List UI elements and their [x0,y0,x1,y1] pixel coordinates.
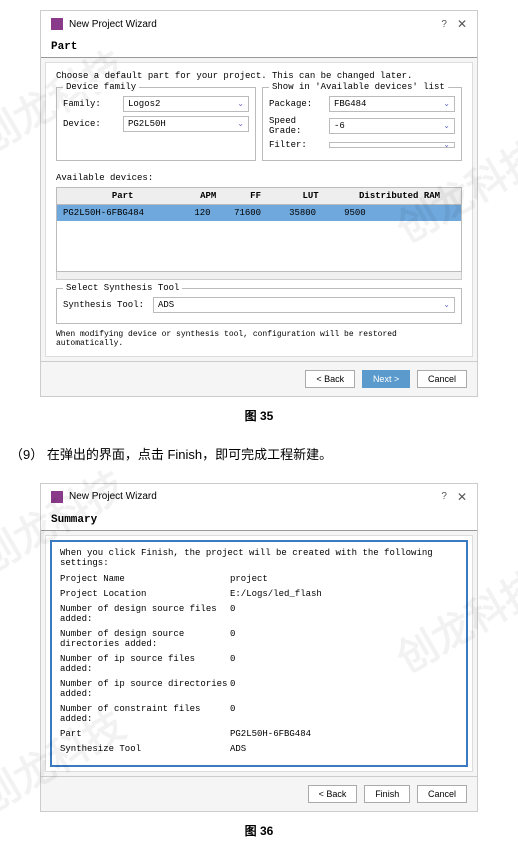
package-select[interactable]: FBG484⌄ [329,96,455,112]
synthesis-select[interactable]: ADS⌄ [153,297,455,313]
device-family-fieldset: Device family Family: Logos2⌄ Device: PG… [56,87,256,161]
horizontal-scrollbar[interactable] [56,272,462,280]
wizard-dialog-part: New Project Wizard ? ✕ Part Choose a def… [40,10,478,397]
dialog-header: New Project Wizard ? ✕ [41,484,477,510]
speed-label: Speed Grade: [269,116,329,136]
col-apm[interactable]: APM [188,188,228,205]
filter-label: Filter: [269,140,329,150]
finish-button[interactable]: Finish [364,785,410,803]
back-button[interactable]: < Back [308,785,358,803]
col-ff[interactable]: FF [228,188,283,205]
summary-row: Number of design source directories adde… [60,629,458,649]
button-bar: < Back Finish Cancel [41,776,477,811]
dialog-header: New Project Wizard ? ✕ [41,11,477,37]
section-title: Summary [41,510,477,531]
dialog-title: New Project Wizard [69,491,441,502]
summary-row: PartPG2L50H-6FBG484 [60,729,458,739]
button-bar: < Back Next > Cancel [41,361,477,396]
chevron-down-icon: ⌄ [443,300,450,310]
col-lut[interactable]: LUT [283,188,338,205]
synthesis-fieldset: Select Synthesis Tool Synthesis Tool: AD… [56,288,462,324]
available-devices-label: Available devices: [56,173,462,183]
col-dram[interactable]: Distributed RAM [338,188,461,205]
summary-row: Number of ip source directories added:0 [60,679,458,699]
synthesis-label: Synthesis Tool: [63,300,153,310]
app-icon [51,491,63,503]
summary-row: Project Nameproject [60,574,458,584]
device-select[interactable]: PG2L50H⌄ [123,116,249,132]
cancel-button[interactable]: Cancel [417,370,467,388]
family-label: Family: [63,99,123,109]
summary-row: Synthesize ToolADS [60,744,458,754]
family-select[interactable]: Logos2⌄ [123,96,249,112]
close-icon[interactable]: ✕ [457,490,467,504]
chevron-down-icon: ⌄ [237,99,244,109]
chevron-down-icon: ⌄ [443,121,450,131]
back-button[interactable]: < Back [305,370,355,388]
fieldset-legend: Select Synthesis Tool [63,283,182,293]
help-icon[interactable]: ? [441,19,447,30]
speed-select[interactable]: -6⌄ [329,118,455,134]
help-icon[interactable]: ? [441,491,447,502]
summary-row: Project LocationE:/Logs/led_flash [60,589,458,599]
device-label: Device: [63,119,123,129]
instruction-text: Choose a default part for your project. … [56,71,462,81]
dialog-body: When you click Finish, the project will … [45,535,473,772]
figure-caption-35: 图 35 [0,407,518,424]
instruction-paragraph: （9） 在弹出的界面，点击 Finish，即可完成工程新建。 [10,444,508,463]
chevron-down-icon: ⌄ [237,119,244,129]
dialog-body: Choose a default part for your project. … [45,62,473,357]
chevron-down-icon: ⌄ [443,140,450,150]
section-title: Part [41,37,477,58]
summary-row: Number of ip source files added:0 [60,654,458,674]
chevron-down-icon: ⌄ [443,99,450,109]
next-button[interactable]: Next > [362,370,410,388]
device-row-selected[interactable]: PG2L50H-6FBG484 120 71600 35800 9500 [57,205,462,222]
wizard-dialog-summary: New Project Wizard ? ✕ Summary When you … [40,483,478,812]
summary-intro: When you click Finish, the project will … [60,548,458,568]
footnote-text: When modifying device or synthesis tool,… [56,330,462,348]
device-table: Part APM FF LUT Distributed RAM PG2L50H-… [56,187,462,272]
table-empty-area [57,221,462,271]
summary-row: Number of design source files added:0 [60,604,458,624]
filter-select[interactable]: ⌄ [329,142,455,148]
summary-box: When you click Finish, the project will … [50,540,468,767]
cancel-button[interactable]: Cancel [417,785,467,803]
dialog-title: New Project Wizard [69,19,441,30]
close-icon[interactable]: ✕ [457,17,467,31]
col-part[interactable]: Part [57,188,189,205]
fieldset-legend: Show in 'Available devices' list [269,82,448,92]
show-in-fieldset: Show in 'Available devices' list Package… [262,87,462,161]
app-icon [51,18,63,30]
summary-row: Number of constraint files added:0 [60,704,458,724]
fieldset-legend: Device family [63,82,139,92]
figure-caption-36: 图 36 [0,822,518,839]
package-label: Package: [269,99,329,109]
